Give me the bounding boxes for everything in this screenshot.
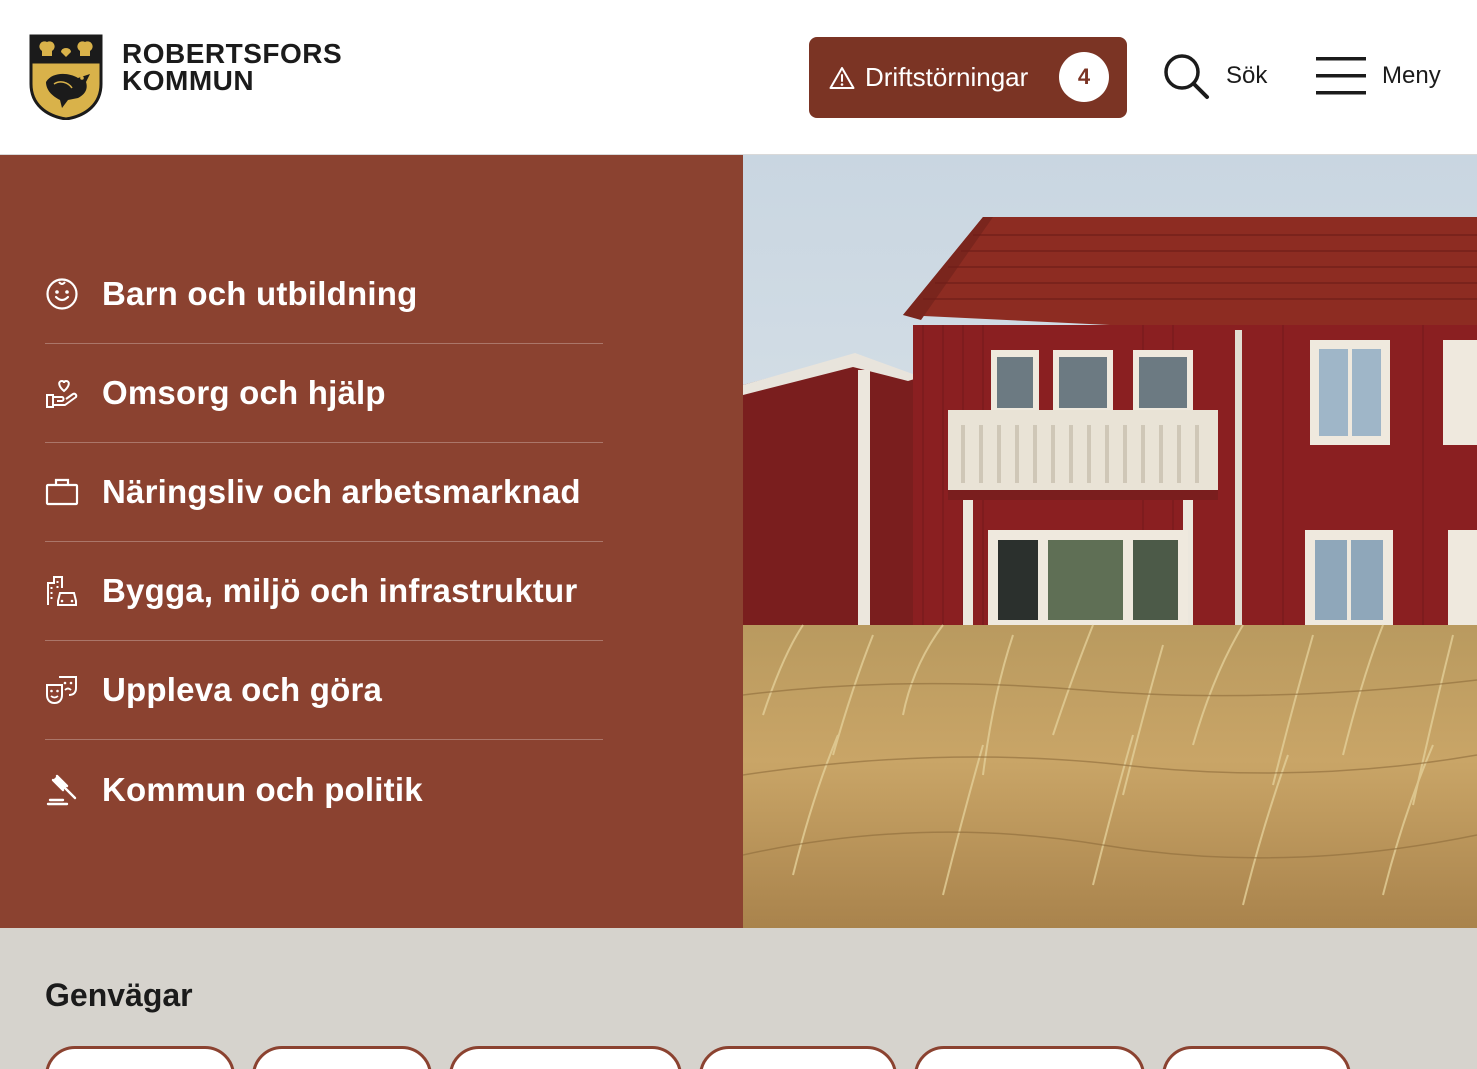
menu-label: Meny	[1382, 62, 1441, 89]
nav-label: Barn och utbildning	[102, 275, 418, 312]
shortcut-pill-1[interactable]	[45, 1046, 235, 1069]
buildings-car-icon	[47, 576, 77, 606]
disturbances-button[interactable]: Driftstörningar 4	[809, 37, 1127, 118]
category-navigation: Barn och utbildning Omsorg och hjälp När…	[45, 245, 603, 839]
hamburger-icon	[1316, 57, 1366, 95]
nav-label: Omsorg och hjälp	[102, 374, 386, 411]
nav-label: Bygga, miljö och infrastruktur	[102, 572, 578, 609]
shortcut-pill-2[interactable]	[252, 1046, 432, 1069]
disturbances-label: Driftstörningar	[865, 62, 1029, 92]
warning-triangle-icon	[829, 66, 855, 89]
shortcut-pill-3[interactable]	[449, 1046, 682, 1069]
nav-item-bygga-miljo-och-infrastruktur[interactable]: Bygga, miljö och infrastruktur	[45, 542, 603, 641]
search-icon	[1164, 54, 1209, 99]
nav-item-omsorg-och-hjalp[interactable]: Omsorg och hjälp	[45, 344, 603, 443]
site-logo[interactable]: ROBERTSFORS KOMMUN	[28, 34, 342, 120]
logo-line-2: KOMMUN	[122, 65, 255, 96]
shortcut-pill-5[interactable]	[914, 1046, 1145, 1069]
menu-button[interactable]: Meny	[1316, 55, 1441, 97]
nav-label: Kommun och politik	[102, 770, 423, 808]
briefcase-icon	[45, 478, 79, 506]
shortcut-pill-6[interactable]	[1162, 1046, 1351, 1069]
hand-heart-icon	[46, 379, 78, 408]
hero-photo-red-house-field	[743, 155, 1477, 928]
shortcuts-section: Genvägar	[0, 928, 1477, 1069]
nav-label: Uppleva och göra	[102, 671, 383, 708]
nav-label: Näringsliv och arbetsmarknad	[102, 473, 581, 510]
site-header: ROBERTSFORS KOMMUN Driftstörningar 4 Sök…	[0, 0, 1477, 155]
nav-item-barn-och-utbildning[interactable]: Barn och utbildning	[45, 245, 603, 344]
logo-wordmark: ROBERTSFORS KOMMUN	[122, 38, 343, 96]
coat-of-arms-icon	[29, 34, 103, 120]
nav-item-naringsliv-och-arbetsmarknad[interactable]: Näringsliv och arbetsmarknad	[45, 443, 603, 542]
search-button[interactable]: Sök	[1162, 52, 1267, 100]
smiley-child-icon	[46, 278, 78, 310]
logo-line-1: ROBERTSFORS	[122, 38, 343, 69]
theater-masks-icon	[46, 676, 77, 705]
shortcut-pill-4[interactable]	[699, 1046, 897, 1069]
search-label: Sök	[1226, 62, 1268, 89]
nav-item-kommun-och-politik[interactable]: Kommun och politik	[45, 740, 603, 839]
gavel-icon	[46, 774, 77, 805]
shortcuts-title: Genvägar	[45, 977, 193, 1013]
nav-item-uppleva-och-gora[interactable]: Uppleva och göra	[45, 641, 603, 740]
disturbances-count-badge: 4	[1059, 52, 1109, 102]
